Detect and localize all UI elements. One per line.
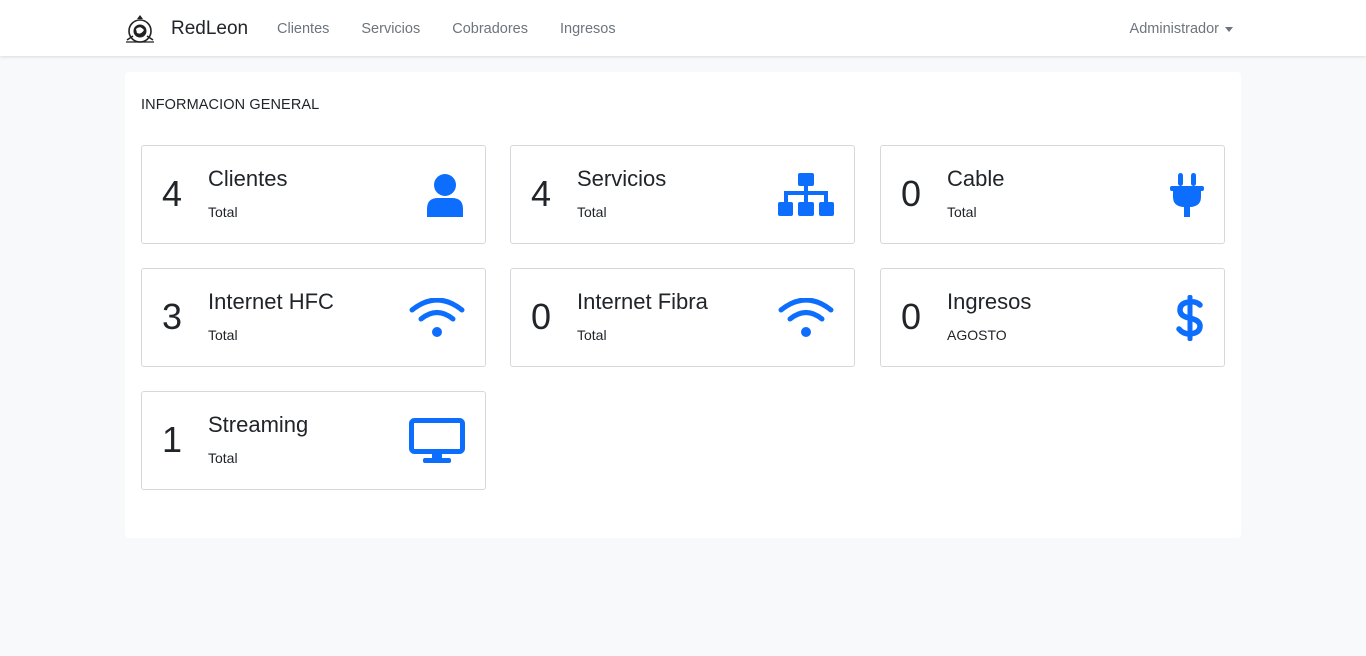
stat-subtitle: Total (208, 327, 238, 343)
stat-title: Clientes (208, 166, 288, 191)
stat-value: 0 (901, 173, 922, 214)
user-menu-dropdown[interactable]: Administrador (1130, 19, 1233, 39)
stat-subtitle: Total (577, 327, 607, 343)
stat-title: Servicios (577, 166, 667, 191)
stat-title: Cable (947, 166, 1005, 191)
stat-card-internet-hfc[interactable]: 3 Internet HFC Total (141, 268, 486, 367)
stat-card-ingresos[interactable]: 0 Ingresos AGOSTO (880, 268, 1225, 367)
wifi-icon (778, 295, 834, 341)
chevron-down-icon (1225, 27, 1233, 32)
main-nav: Clientes Servicios Cobradores Ingresos (277, 19, 648, 39)
stat-value: 0 (531, 296, 552, 337)
stat-title: Internet HFC (208, 289, 334, 314)
general-info-panel: INFORMACION GENERAL 4 Clientes Total 4 S… (125, 72, 1241, 538)
stat-value: 0 (901, 296, 922, 337)
stat-title: Ingresos (947, 289, 1032, 314)
stat-subtitle: AGOSTO (947, 327, 1007, 343)
stat-title: Streaming (208, 412, 309, 437)
top-navbar: RedLeon Clientes Servicios Cobradores In… (0, 0, 1366, 56)
user-icon (409, 172, 465, 218)
section-title: INFORMACION GENERAL (141, 97, 320, 113)
stat-subtitle: Total (947, 204, 977, 220)
stat-card-servicios[interactable]: 4 Servicios Total (510, 145, 855, 244)
stat-value: 4 (531, 173, 552, 214)
stat-title: Internet Fibra (577, 289, 708, 314)
brand-name: RedLeon (171, 18, 249, 39)
plug-icon (1148, 172, 1204, 218)
stat-value: 4 (162, 173, 183, 214)
nav-link-clientes[interactable]: Clientes (277, 21, 329, 37)
stat-card-streaming[interactable]: 1 Streaming Total (141, 391, 486, 490)
user-menu-label: Administrador (1129, 21, 1219, 37)
wifi-icon (409, 295, 465, 341)
stat-subtitle: Total (577, 204, 607, 220)
monitor-icon (409, 418, 465, 464)
nav-link-ingresos[interactable]: Ingresos (560, 21, 616, 37)
stat-subtitle: Total (208, 450, 238, 466)
stat-value: 3 (162, 296, 183, 337)
brand-logo-icon (126, 15, 154, 43)
dollar-icon (1148, 295, 1204, 341)
stat-subtitle: Total (208, 204, 238, 220)
nav-link-servicios[interactable]: Servicios (361, 21, 420, 37)
sitemap-icon (778, 172, 834, 218)
stat-value: 1 (162, 419, 183, 460)
stat-card-cable[interactable]: 0 Cable Total (880, 145, 1225, 244)
stat-card-clientes[interactable]: 4 Clientes Total (141, 145, 486, 244)
brand-link[interactable]: RedLeon (124, 14, 248, 44)
nav-link-cobradores[interactable]: Cobradores (452, 21, 528, 37)
stat-card-internet-fibra[interactable]: 0 Internet Fibra Total (510, 268, 855, 367)
